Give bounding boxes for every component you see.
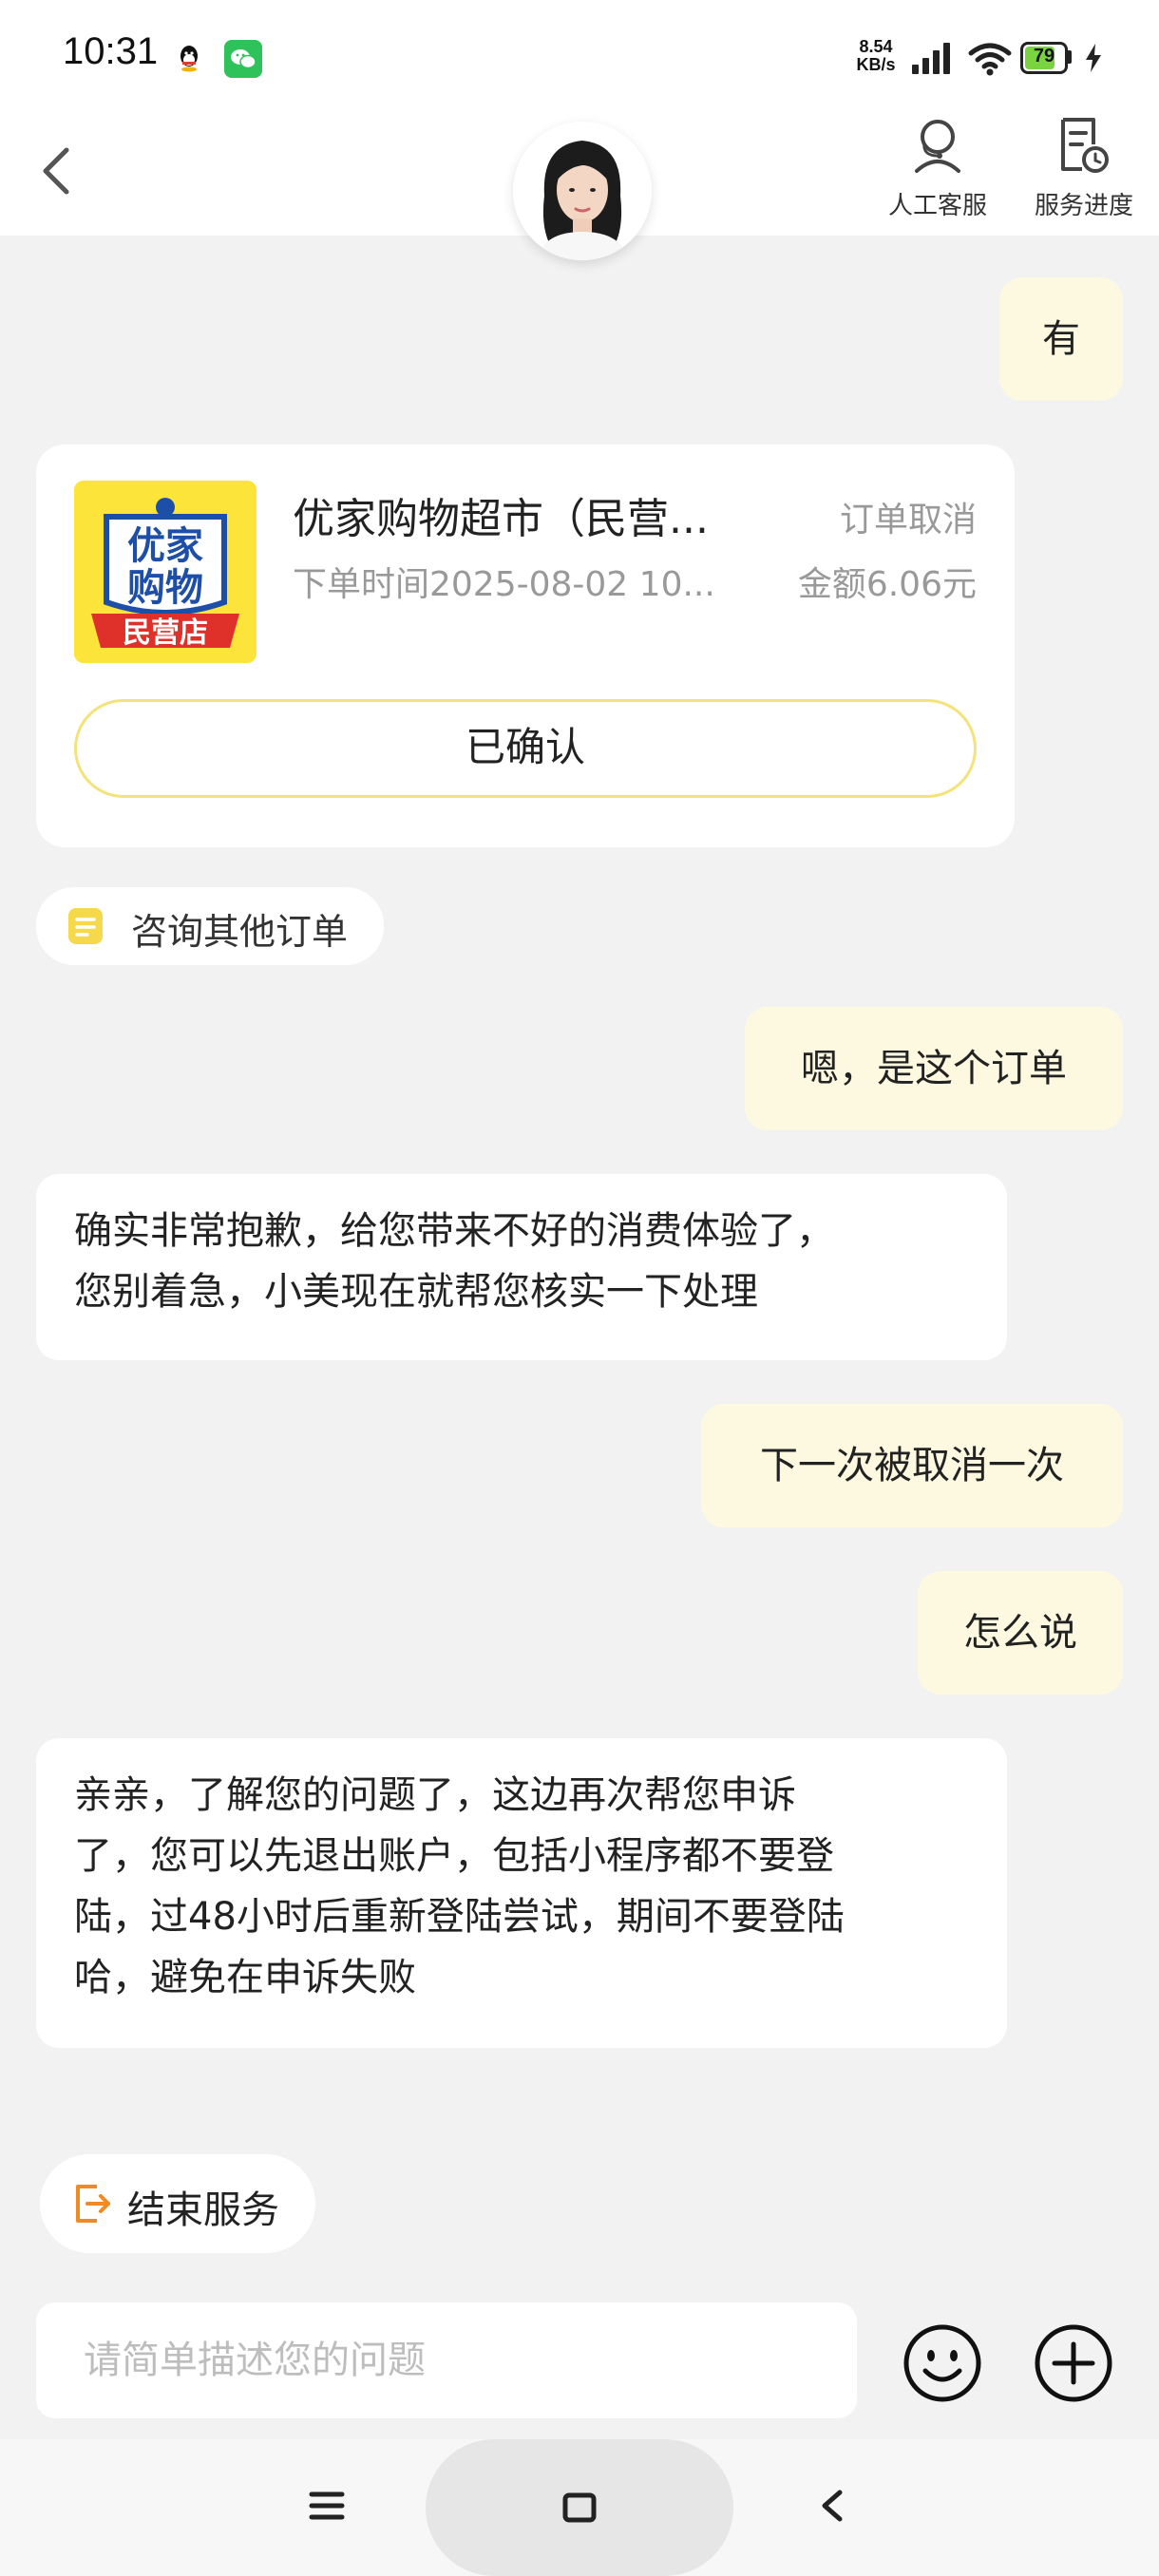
end-service-label: 结束服务	[127, 2188, 279, 2232]
human-service-label: 人工客服	[887, 192, 987, 220]
user-message: 有	[999, 277, 1123, 401]
agent-message-line: 陆，过48小时后重新登陆尝试，期间不要登陆	[74, 1895, 845, 1939]
order-list-icon	[68, 908, 103, 944]
message-input[interactable]: 请简单描述您的问题	[36, 2302, 857, 2418]
logo-text-line-2: 购物	[127, 566, 203, 610]
network-speed: 8.54 KB/s	[856, 37, 896, 74]
back-arrow-icon[interactable]	[27, 131, 87, 211]
agent-message: 确实非常抱歉，给您带来不好的消费体验了， 您别着急，小美现在就帮您核实一下处理	[36, 1174, 1007, 1360]
order-card: 优家 购物 民营店 优家购物超市（民营... 订单取消 下单时间2025-08-…	[36, 445, 1015, 847]
home-square-icon	[562, 2492, 597, 2523]
wifi-icon	[968, 43, 1012, 76]
wechat-icon	[224, 40, 262, 78]
shop-name[interactable]: 优家购物超市（民营...	[293, 484, 768, 545]
exit-icon	[76, 2185, 110, 2223]
logo-text-line-3: 民营店	[123, 616, 208, 650]
agent-message-line: 确实非常抱歉，给您带来不好的消费体验了，	[74, 1209, 834, 1253]
charging-icon	[1086, 44, 1101, 72]
agent-message-line: 了，您可以先退出账户，包括小程序都不要登	[74, 1834, 834, 1878]
end-service-button[interactable]: 结束服务	[40, 2154, 315, 2253]
emoji-icon[interactable]	[901, 2321, 984, 2405]
agent-avatar-image	[513, 122, 652, 260]
order-amount: 金额6.06元	[797, 565, 977, 604]
battery-percent: 79	[1033, 46, 1055, 66]
consult-other-orders-button[interactable]: 咨询其他订单	[36, 887, 384, 965]
agent-avatar	[513, 122, 652, 260]
confirmed-button[interactable]: 已确认	[74, 699, 977, 798]
status-bar: 10:31 8.54 KB/s 79	[0, 0, 1159, 101]
user-message: 怎么说	[918, 1571, 1123, 1695]
shop-logo-image: 优家 购物 民营店	[74, 481, 256, 663]
nav-back-icon[interactable]	[815, 2487, 849, 2525]
home-button[interactable]	[426, 2439, 733, 2576]
recent-apps-icon[interactable]	[308, 2487, 346, 2525]
agent-message-line: 亲亲，了解您的问题了，这边再次帮您申诉	[74, 1773, 796, 1817]
human-service-button[interactable]: 人工客服	[866, 114, 1009, 228]
logo-text-line-1: 优家	[127, 524, 203, 568]
qq-icon	[180, 46, 198, 72]
service-progress-label: 服务进度	[1034, 192, 1133, 220]
user-message: 嗯，是这个订单	[745, 1007, 1123, 1130]
battery-icon: 79	[1020, 42, 1068, 74]
service-progress-button[interactable]: 服务进度	[1013, 114, 1155, 228]
agent-message-line: 哈，避免在申诉失败	[74, 1956, 416, 1999]
progress-document-icon	[1061, 118, 1109, 173]
order-time: 下单时间2025-08-02 10...	[293, 565, 715, 604]
shop-logo: 优家 购物 民营店	[74, 481, 256, 663]
consult-other-orders-label: 咨询其他订单	[131, 911, 349, 953]
user-message: 下一次被取消一次	[701, 1404, 1123, 1527]
signal-icon	[912, 43, 950, 74]
agent-message-line: 您别着急，小美现在就帮您核实一下处理	[74, 1270, 758, 1314]
battery-nub	[1068, 50, 1072, 64]
status-time: 10:31	[63, 30, 159, 72]
order-status: 订单取消	[839, 501, 977, 540]
headset-agent-icon	[915, 120, 960, 173]
plus-icon[interactable]	[1032, 2321, 1115, 2405]
agent-message: 亲亲，了解您的问题了，这边再次帮您申诉 了，您可以先退出账户，包括小程序都不要登…	[36, 1738, 1007, 2048]
